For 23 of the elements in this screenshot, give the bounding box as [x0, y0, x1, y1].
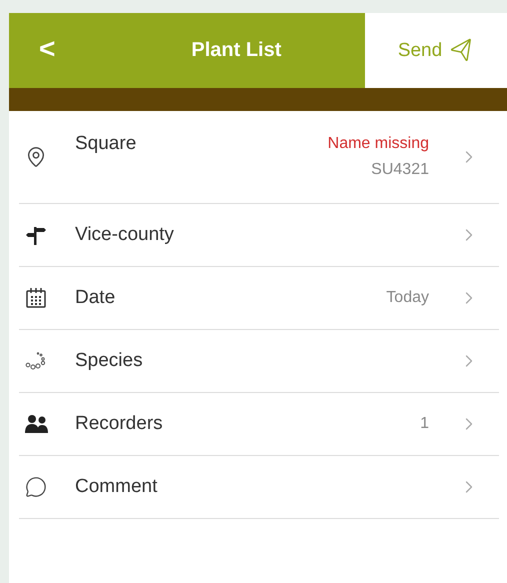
list-item[interactable]: Comment: [19, 456, 499, 519]
people-icon: [25, 414, 49, 434]
item-label: Date: [75, 287, 116, 309]
list-item[interactable]: Square Name missing SU4321: [19, 111, 499, 204]
item-label: Comment: [75, 476, 158, 498]
speech-bubble-icon: [25, 476, 47, 498]
dots-icon: [25, 352, 47, 370]
item-value: Today: [386, 289, 429, 307]
list-item[interactable]: Species: [19, 330, 499, 393]
item-label: Square: [75, 133, 138, 155]
signpost-icon: [25, 224, 47, 246]
page-title: Plant List: [191, 39, 282, 62]
calendar-icon: [25, 287, 47, 309]
item-value: SU4321: [371, 161, 429, 179]
item-value: 1: [420, 415, 429, 433]
item-label: Species: [75, 350, 144, 372]
list-item[interactable]: Vice-county: [19, 204, 499, 267]
item-label: Vice-county: [75, 224, 175, 246]
list-item[interactable]: Date Today: [19, 267, 499, 330]
list-item[interactable]: Recorders 1: [19, 393, 499, 456]
warning-text: Name missing: [328, 135, 429, 153]
location-pin-icon: [25, 146, 47, 168]
item-label: Recorders: [75, 413, 164, 435]
